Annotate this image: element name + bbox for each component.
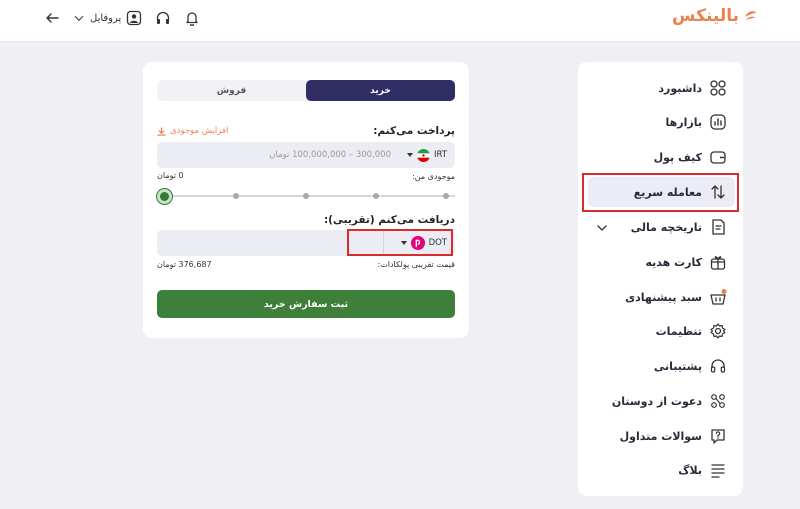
increase-balance-link[interactable]: افزایش موجودی (157, 126, 228, 136)
headset-icon[interactable] (155, 10, 171, 26)
sidebar-item-faq[interactable]: سوالات متداول (588, 421, 735, 451)
download-icon (157, 126, 166, 136)
balance-value: 0 تومان (157, 171, 184, 180)
bell-icon[interactable] (184, 10, 200, 26)
sidebar-item-markets[interactable]: بازارها (588, 107, 735, 137)
highlight-box-quick-trade (582, 173, 739, 212)
slider-step[interactable] (303, 193, 309, 199)
sidebar-item-label: سبد پیشنهادی (625, 290, 702, 304)
sidebar-item-label: تنظیمات (655, 324, 702, 338)
grid-icon (710, 80, 726, 96)
logo-text: بالینکس (672, 6, 739, 26)
sidebar-item-history[interactable]: تاریخچه مالی (588, 212, 735, 242)
sidebar-item-support[interactable]: پشتیبانی (588, 351, 735, 381)
pay-label: پرداخت می‌کنم: (373, 125, 455, 137)
headset-icon (710, 359, 726, 373)
highlight-box-currency-select (347, 229, 453, 256)
sidebar-item-label: کارت هدیه (645, 255, 702, 269)
basket-icon (710, 289, 727, 305)
balance-label: موجودی من: (412, 172, 455, 181)
sidebar-item-label: پشتیبانی (653, 359, 702, 373)
logo[interactable]: بالینکس (672, 6, 758, 26)
receive-amount-input[interactable] (173, 230, 373, 256)
sidebar-item-invite-friends[interactable]: دعوت از دوستان (588, 386, 735, 416)
sidebar-item-gift-card[interactable]: کارت هدیه (588, 247, 735, 277)
wallet-icon (710, 151, 726, 164)
profile-menu[interactable]: پروفایل (73, 10, 142, 26)
user-icon (127, 10, 142, 26)
chevron-down-icon (407, 153, 413, 157)
chevron-down-icon (74, 15, 84, 21)
pay-currency-select[interactable]: IRT (401, 142, 455, 168)
chevron-down-icon[interactable] (596, 222, 608, 234)
history-icon (712, 219, 725, 235)
trade-tabs: خرید فروش (157, 80, 455, 101)
sidebar-item-settings[interactable]: تنظیمات (588, 316, 735, 346)
price-label: قیمت تقریبی پولکادات: (377, 260, 455, 269)
gift-icon (710, 256, 726, 270)
quick-trade-card: خرید فروش پرداخت می‌کنم: افزایش موجودی I… (143, 62, 469, 338)
pay-currency-code: IRT (434, 150, 447, 160)
sidebar-item-dashboard[interactable]: داشبورد (588, 73, 735, 103)
people-icon (711, 394, 725, 408)
tab-sell[interactable]: فروش (157, 80, 306, 101)
slider-step[interactable] (373, 193, 379, 199)
slider-step[interactable] (443, 193, 449, 199)
chart-icon (710, 114, 726, 130)
sidebar-item-label: دعوت از دوستان (611, 394, 702, 408)
pay-amount-input[interactable] (171, 142, 391, 168)
back-arrow-icon[interactable] (44, 10, 60, 26)
top-header: بالینکس پروفایل (0, 0, 800, 42)
sidebar: داشبورد بازارها کیف پول معامله سریع تاری… (578, 62, 743, 496)
sidebar-item-label: سوالات متداول (619, 429, 702, 443)
sidebar-item-blog[interactable]: بلاگ (588, 455, 735, 485)
price-value: 376,687 تومان (157, 260, 212, 269)
increase-balance-label: افزایش موجودی (170, 126, 229, 136)
gear-icon (710, 323, 726, 339)
blog-icon (711, 464, 725, 478)
question-icon (711, 429, 725, 444)
pay-amount-field: IRT (157, 142, 455, 168)
receive-label: دریافت می‌کنم (تقریبی): (323, 214, 455, 226)
sidebar-item-label: داشبورد (658, 81, 702, 95)
slider-track (165, 195, 455, 197)
submit-buy-order-button[interactable]: ثبت سفارش خرید (157, 290, 455, 318)
slider-step[interactable] (233, 193, 239, 199)
sidebar-item-label: بلاگ (678, 463, 702, 477)
logo-mark-icon (745, 11, 756, 20)
profile-label: پروفایل (90, 12, 122, 24)
sidebar-item-label: تاریخچه مالی (630, 220, 702, 234)
amount-slider[interactable] (157, 188, 455, 204)
sidebar-item-label: کیف پول (653, 150, 702, 164)
sidebar-item-label: بازارها (665, 115, 702, 129)
iran-flag-icon (417, 148, 430, 162)
sidebar-item-wallet[interactable]: کیف پول (588, 142, 735, 172)
tab-buy[interactable]: خرید (306, 80, 455, 101)
sidebar-item-basket[interactable]: سبد پیشنهادی (588, 282, 735, 312)
slider-handle[interactable] (157, 189, 172, 204)
